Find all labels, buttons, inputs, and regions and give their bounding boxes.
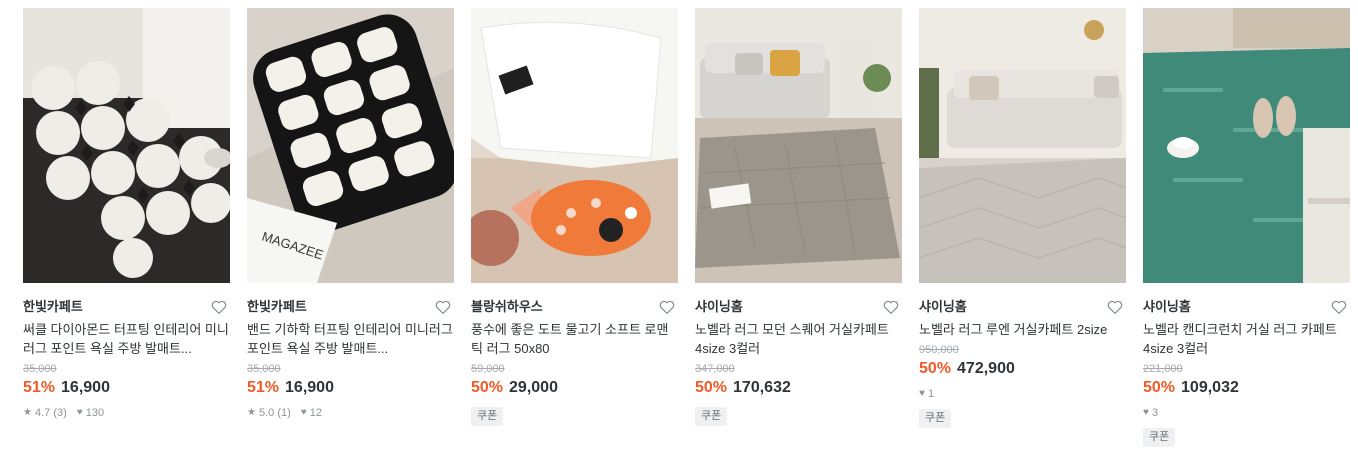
product-title[interactable]: 노벨라 러그 루엔 거실카페트 2size — [919, 320, 1126, 339]
heart-filled-icon: ♥ — [300, 407, 307, 418]
discount-rate: 50% — [471, 379, 504, 396]
discount-rate: 50% — [919, 360, 952, 377]
like-count: 3 — [1151, 407, 1159, 419]
review-meta: ♥ 1 — [919, 387, 1126, 401]
coupon-badge: 쿠폰 — [471, 407, 504, 426]
price-row: 50% 170,632 — [695, 377, 902, 399]
price-row: 50% 29,000 — [471, 377, 678, 399]
product-title[interactable]: 밴드 기하학 터프팅 인테리어 미니러그 포인트 욕실 주방 발매트... — [247, 320, 454, 358]
product-image-square-living-rug[interactable] — [695, 8, 902, 283]
brand-name[interactable]: 샤이닝홈 — [1143, 297, 1350, 317]
heart-outline-icon[interactable] — [658, 298, 676, 316]
heart-filled-icon: ♥ — [1143, 407, 1149, 418]
brand-name[interactable]: 블랑쉬하우스 — [471, 297, 678, 317]
brand-name[interactable]: 샤이닝홈 — [695, 297, 902, 317]
brand-name[interactable]: 한빛카페트 — [23, 297, 230, 317]
original-price: 221,000 — [1143, 363, 1183, 375]
original-price: 347,000 — [695, 363, 735, 375]
like-count: 1 — [927, 388, 935, 400]
product-image-band-geometric-rug[interactable]: MAGAZEE — [247, 8, 454, 283]
heart-outline-icon[interactable] — [882, 298, 900, 316]
product-card[interactable]: 블랑쉬하우스 풍수에 좋은 도트 물고기 소프트 로맨틱 러그 50x80 59… — [471, 8, 678, 426]
discount-rate: 50% — [695, 379, 728, 396]
product-image-ruen-living-rug[interactable] — [919, 8, 1126, 283]
product-card[interactable]: 한빛카페트 써클 다이아몬드 터프팅 인테리어 미니러그 포인트 욕실 주방 발… — [23, 8, 230, 420]
coupon-badge: 쿠폰 — [919, 409, 952, 428]
heart-outline-icon[interactable] — [1330, 298, 1348, 316]
like-count: 12 — [309, 407, 322, 419]
brand-name[interactable]: 샤이닝홈 — [919, 297, 1126, 317]
sale-price: 16,900 — [61, 379, 110, 396]
product-image-fish-rug[interactable] — [471, 8, 678, 283]
sale-price: 472,900 — [957, 360, 1015, 377]
product-image-candy-crunch-rug[interactable] — [1143, 8, 1350, 283]
product-title[interactable]: 써클 다이아몬드 터프팅 인테리어 미니러그 포인트 욕실 주방 발매트... — [23, 320, 230, 358]
heart-outline-icon[interactable] — [434, 298, 452, 316]
sale-price: 29,000 — [509, 379, 558, 396]
original-price: 59,000 — [471, 363, 505, 375]
product-image-circle-diamond-rug[interactable] — [23, 8, 230, 283]
sale-price: 170,632 — [733, 379, 791, 396]
original-price: 35,000 — [23, 363, 57, 375]
price-row: 50% 472,900 — [919, 358, 1126, 380]
discount-rate: 51% — [247, 379, 280, 396]
price-row: 50% 109,032 — [1143, 377, 1350, 399]
product-card[interactable]: MAGAZEE 한빛카페트 밴드 기하학 터프팅 인테리어 미니러그 포인트 욕… — [247, 8, 454, 420]
product-card[interactable]: 샤이닝홈 노벨라 캔디크런치 거실 러그 카페트 4size 3컬러 221,0… — [1143, 8, 1350, 447]
star-icon: ★ — [247, 407, 256, 418]
price-row: 51% 16,900 — [23, 377, 230, 399]
rating: 4.7 (3) — [34, 407, 67, 419]
discount-rate: 50% — [1143, 379, 1176, 396]
like-count: 130 — [85, 407, 105, 419]
product-card[interactable]: 샤이닝홈 노벨라 러그 모던 스퀘어 거실카페트 4size 3컬러 347,0… — [695, 8, 902, 426]
sale-price: 16,900 — [285, 379, 334, 396]
heart-outline-icon[interactable] — [1106, 298, 1124, 316]
price-row: 51% 16,900 — [247, 377, 454, 399]
product-title[interactable]: 노벨라 러그 모던 스퀘어 거실카페트 4size 3컬러 — [695, 320, 902, 358]
sale-price: 109,032 — [1181, 379, 1239, 396]
heart-filled-icon: ♥ — [76, 407, 83, 418]
product-card[interactable]: 샤이닝홈 노벨라 러그 루엔 거실카페트 2size 950,000 50% 47… — [919, 8, 1126, 428]
review-meta: ♥ 3 — [1143, 406, 1350, 420]
review-meta: ★ 5.0 (1) ♥ 12 — [247, 406, 454, 420]
star-icon: ★ — [23, 407, 32, 418]
rating: 5.0 (1) — [258, 407, 291, 419]
brand-name[interactable]: 한빛카페트 — [247, 297, 454, 317]
discount-rate: 51% — [23, 379, 56, 396]
original-price: 35,000 — [247, 363, 281, 375]
original-price: 950,000 — [919, 344, 959, 356]
heart-outline-icon[interactable] — [210, 298, 228, 316]
review-meta: ★ 4.7 (3) ♥ 130 — [23, 406, 230, 420]
product-title[interactable]: 풍수에 좋은 도트 물고기 소프트 로맨틱 러그 50x80 — [471, 320, 678, 358]
product-title[interactable]: 노벨라 캔디크런치 거실 러그 카페트 4size 3컬러 — [1143, 320, 1350, 358]
heart-filled-icon: ♥ — [919, 388, 925, 399]
coupon-badge: 쿠폰 — [695, 407, 728, 426]
coupon-badge: 쿠폰 — [1143, 428, 1176, 447]
